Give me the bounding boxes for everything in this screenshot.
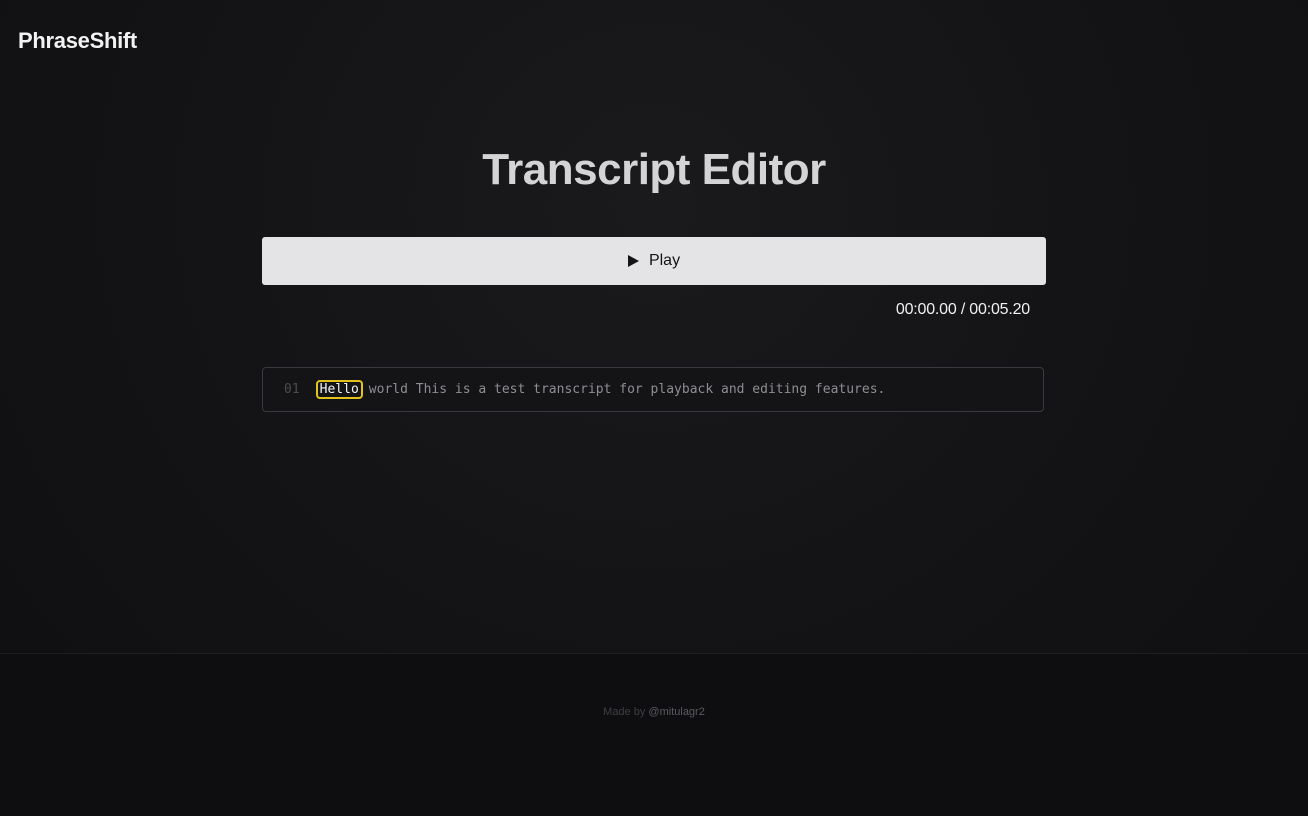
- page-title: Transcript Editor: [482, 145, 826, 194]
- line-number: 01: [284, 382, 300, 397]
- footer: Made by @mitulagr2: [0, 653, 1308, 816]
- footer-credit: Made by @mitulagr2: [0, 706, 1308, 718]
- author-link[interactable]: @mitulagr2: [648, 706, 704, 718]
- brand-logo[interactable]: PhraseShift: [18, 28, 137, 54]
- transcript-line[interactable]: 01 Hello world This is a test transcript…: [262, 367, 1044, 412]
- play-icon: [627, 255, 639, 267]
- page: PhraseShift Transcript Editor Play 00:00…: [0, 0, 1308, 816]
- footer-prefix: Made by: [603, 706, 646, 718]
- play-button-label: Play: [648, 252, 681, 269]
- play-button[interactable]: Play: [262, 237, 1046, 285]
- transcript-text[interactable]: world This is a test transcript for play…: [369, 382, 886, 397]
- time-readout: 00:00.00 / 00:05.20: [895, 301, 1030, 318]
- active-word[interactable]: Hello: [315, 380, 363, 399]
